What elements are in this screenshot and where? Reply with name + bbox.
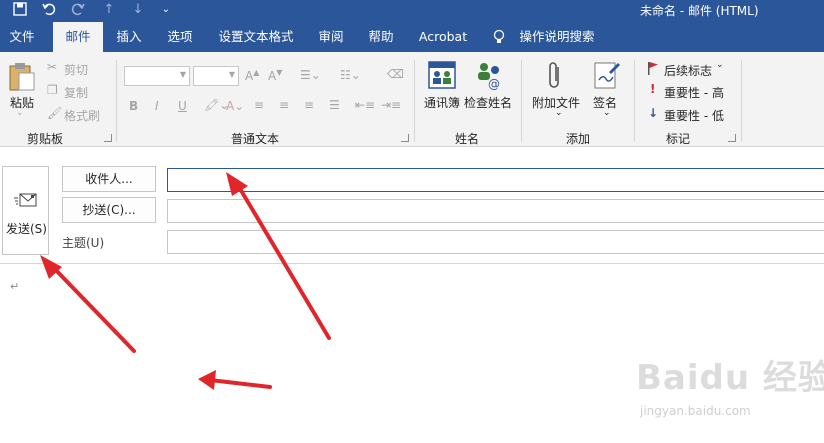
arrow-to-recipient <box>234 180 331 340</box>
annotation-arrows <box>40 172 331 390</box>
arrow-to-body <box>208 378 272 389</box>
arrowhead <box>226 172 248 196</box>
arrow-to-send <box>48 262 136 353</box>
arrowhead <box>198 370 216 390</box>
